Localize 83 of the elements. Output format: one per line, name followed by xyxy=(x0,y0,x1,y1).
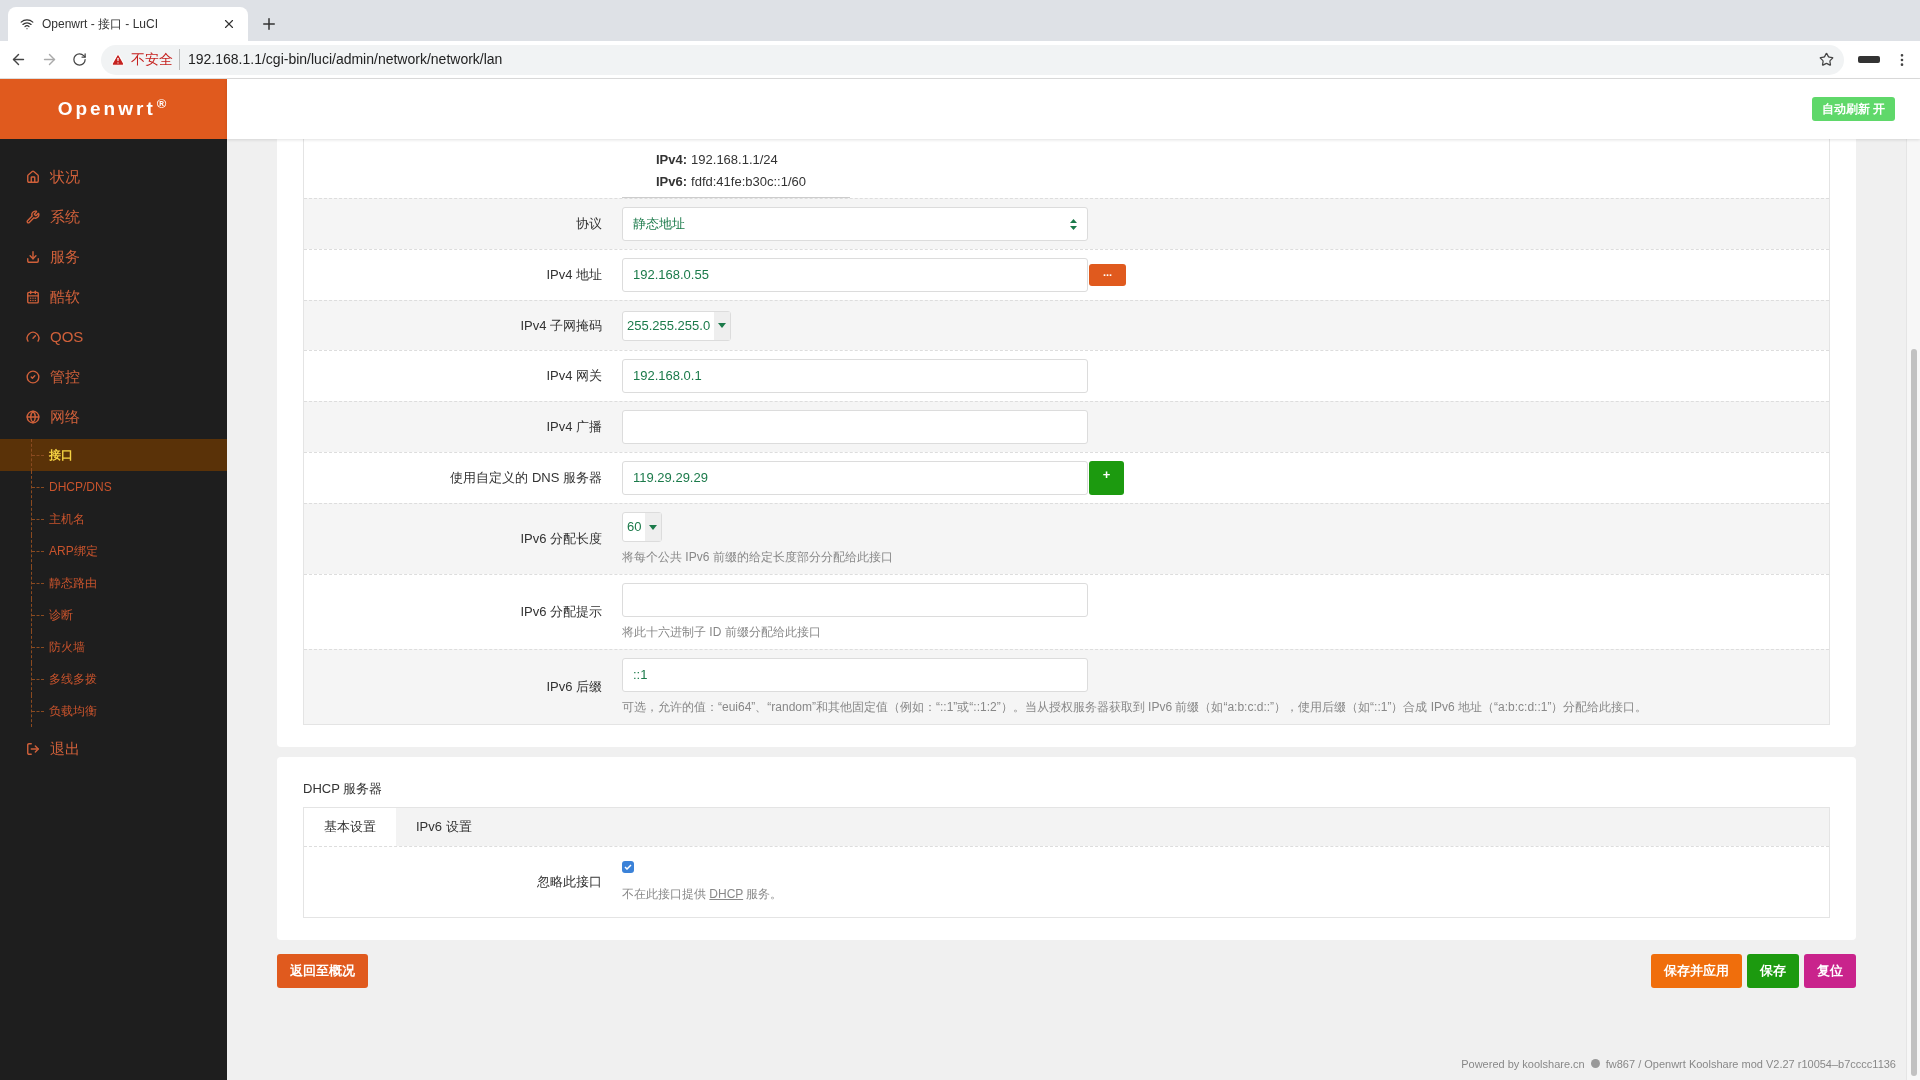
new-tab-icon[interactable] xyxy=(260,15,278,33)
sidebar-item[interactable]: 酷软 xyxy=(0,277,227,317)
input-field[interactable] xyxy=(622,410,1088,444)
field-label: 协议 xyxy=(576,215,602,234)
action-button[interactable]: 保存并应用 xyxy=(1651,953,1742,988)
input-field[interactable]: 192.168.0.55 xyxy=(622,258,1088,292)
status-label: IPv6: xyxy=(656,172,688,191)
sort-arrows-icon xyxy=(1070,218,1077,230)
sidebar-subitem[interactable]: 负载均衡 xyxy=(49,702,97,720)
select-field[interactable]: 静态地址 xyxy=(622,207,1088,241)
dropdown-field[interactable]: 60 xyxy=(622,512,663,542)
scrollbar[interactable] xyxy=(1906,139,1920,1080)
help-text: 不在此接口提供 DHCP 服务。 xyxy=(622,885,783,903)
sidebar-item[interactable]: 管控 xyxy=(0,357,227,397)
field-label: IPv6 分配提示 xyxy=(520,603,602,622)
sidebar-item[interactable]: 服务 xyxy=(0,237,227,277)
footer-text: Powered by koolshare.cn xyxy=(1461,1056,1585,1072)
sidebar-item[interactable]: 退出 xyxy=(0,729,227,769)
add-button[interactable]: + xyxy=(1089,461,1124,495)
registered-mark: ® xyxy=(156,96,170,112)
sidebar-subitem[interactable]: ARP绑定 xyxy=(49,542,98,560)
input-field[interactable]: 192.168.0.1 xyxy=(622,359,1088,393)
logo[interactable]: Openwrt$^{®}$ xyxy=(57,94,170,124)
field-label: IPv6 后缀 xyxy=(546,678,602,697)
caret-icon xyxy=(718,323,727,328)
sidebar-item[interactable]: 网络 xyxy=(0,397,227,437)
home-icon xyxy=(26,170,40,184)
input-field[interactable] xyxy=(622,583,1088,617)
help-text: 将每个公共 IPv6 前缀的给定长度部分分配给此接口 xyxy=(622,549,893,566)
sidebar-subitem[interactable]: 接口 xyxy=(49,446,73,464)
field-label: IPv4 地址 xyxy=(546,266,602,285)
bookmark-star-icon[interactable] xyxy=(1819,52,1834,67)
url-text: 192.168.1.1/cgi-bin/luci/admin/network/network/lan xyxy=(187,50,503,69)
calendar-icon xyxy=(26,290,40,304)
security-label: 不安全 xyxy=(131,49,180,70)
back-to-overview-button[interactable]: 返回至概况 xyxy=(277,953,368,988)
wrench-icon xyxy=(26,210,40,224)
sidebar-item[interactable]: 状况 xyxy=(0,157,227,197)
input-field[interactable]: ::1 xyxy=(622,658,1088,692)
check-icon xyxy=(624,863,632,870)
sidebar-subitem[interactable]: 主机名 xyxy=(49,510,85,528)
sidebar-subitem[interactable]: 诊断 xyxy=(49,606,73,624)
close-icon[interactable] xyxy=(222,17,236,31)
dropdown-field[interactable]: 255.255.255.0 xyxy=(622,310,732,341)
input-field[interactable]: 119.29.29.29 xyxy=(622,461,1088,495)
tab[interactable]: IPv6 设置 xyxy=(396,807,492,846)
logout-icon xyxy=(26,742,40,756)
status-label: IPv4: xyxy=(656,151,688,169)
caret-icon xyxy=(649,524,658,530)
field-label: 忽略此接口 xyxy=(537,872,602,891)
help-text: 可选，允许的值：“eui64”、“random”和其他固定值（例如：“::1”或“::1:2”）。当从授权服务器获取到 IPv6 前缀（如“a:b:c:d::”），使用后缀（如“::1”）合成 IPv6 地址（“a:b:c:d::1”）分配给此接口。 xyxy=(622,699,1648,716)
status-value: 192.168.1.1/24 xyxy=(691,151,778,169)
gauge-icon xyxy=(26,330,40,344)
sidebar-subitem[interactable]: 防火墙 xyxy=(49,638,85,656)
tab[interactable]: 基本设置 xyxy=(304,807,396,846)
check-circle-icon xyxy=(26,370,40,384)
action-button[interactable]: 保存 xyxy=(1747,953,1799,988)
section-title: DHCP 服务器 xyxy=(303,780,384,798)
extension-icon[interactable] xyxy=(1858,56,1880,63)
address-bar[interactable]: 不安全 192.168.1.1/cgi-bin/luci/admin/network/network/lan xyxy=(101,44,1844,75)
status-value: fdfd:41fe:b30c::1/60 xyxy=(691,172,806,191)
globe-icon xyxy=(26,410,40,424)
help-text: 将此十六进制子 ID 前缀分配给此接口 xyxy=(622,624,821,641)
field-label: IPv4 网关 xyxy=(546,367,602,386)
warning-icon xyxy=(111,52,125,67)
more-button[interactable]: ... xyxy=(1089,264,1126,286)
field-label: IPv6 分配长度 xyxy=(520,530,602,549)
sidebar-subitem[interactable]: DHCP/DNS xyxy=(49,478,112,496)
download-icon xyxy=(26,250,40,264)
action-button[interactable]: 复位 xyxy=(1804,953,1856,988)
field-label: IPv4 广播 xyxy=(546,418,602,437)
dhcp-link[interactable]: DHCP xyxy=(709,886,744,901)
sidebar-subitem[interactable]: 静态路由 xyxy=(49,574,97,592)
reload-icon[interactable] xyxy=(72,52,87,67)
checkbox[interactable] xyxy=(622,860,634,873)
footer-text: fw867 / Openwrt Koolshare mod V2.27 r10054–b7cccc1136 xyxy=(1605,1056,1896,1072)
sidebar-subitem[interactable]: 多线多拨 xyxy=(49,670,97,688)
field-label: IPv4 子网掩码 xyxy=(520,316,602,335)
sidebar-item[interactable]: QOS xyxy=(0,317,227,357)
field-label: 使用自定义的 DNS 服务器 xyxy=(450,469,602,488)
sidebar-item[interactable]: 系统 xyxy=(0,197,227,237)
back-icon[interactable] xyxy=(10,51,27,68)
browser-tab[interactable]: Openwrt - 接口 - LuCI xyxy=(8,7,248,41)
